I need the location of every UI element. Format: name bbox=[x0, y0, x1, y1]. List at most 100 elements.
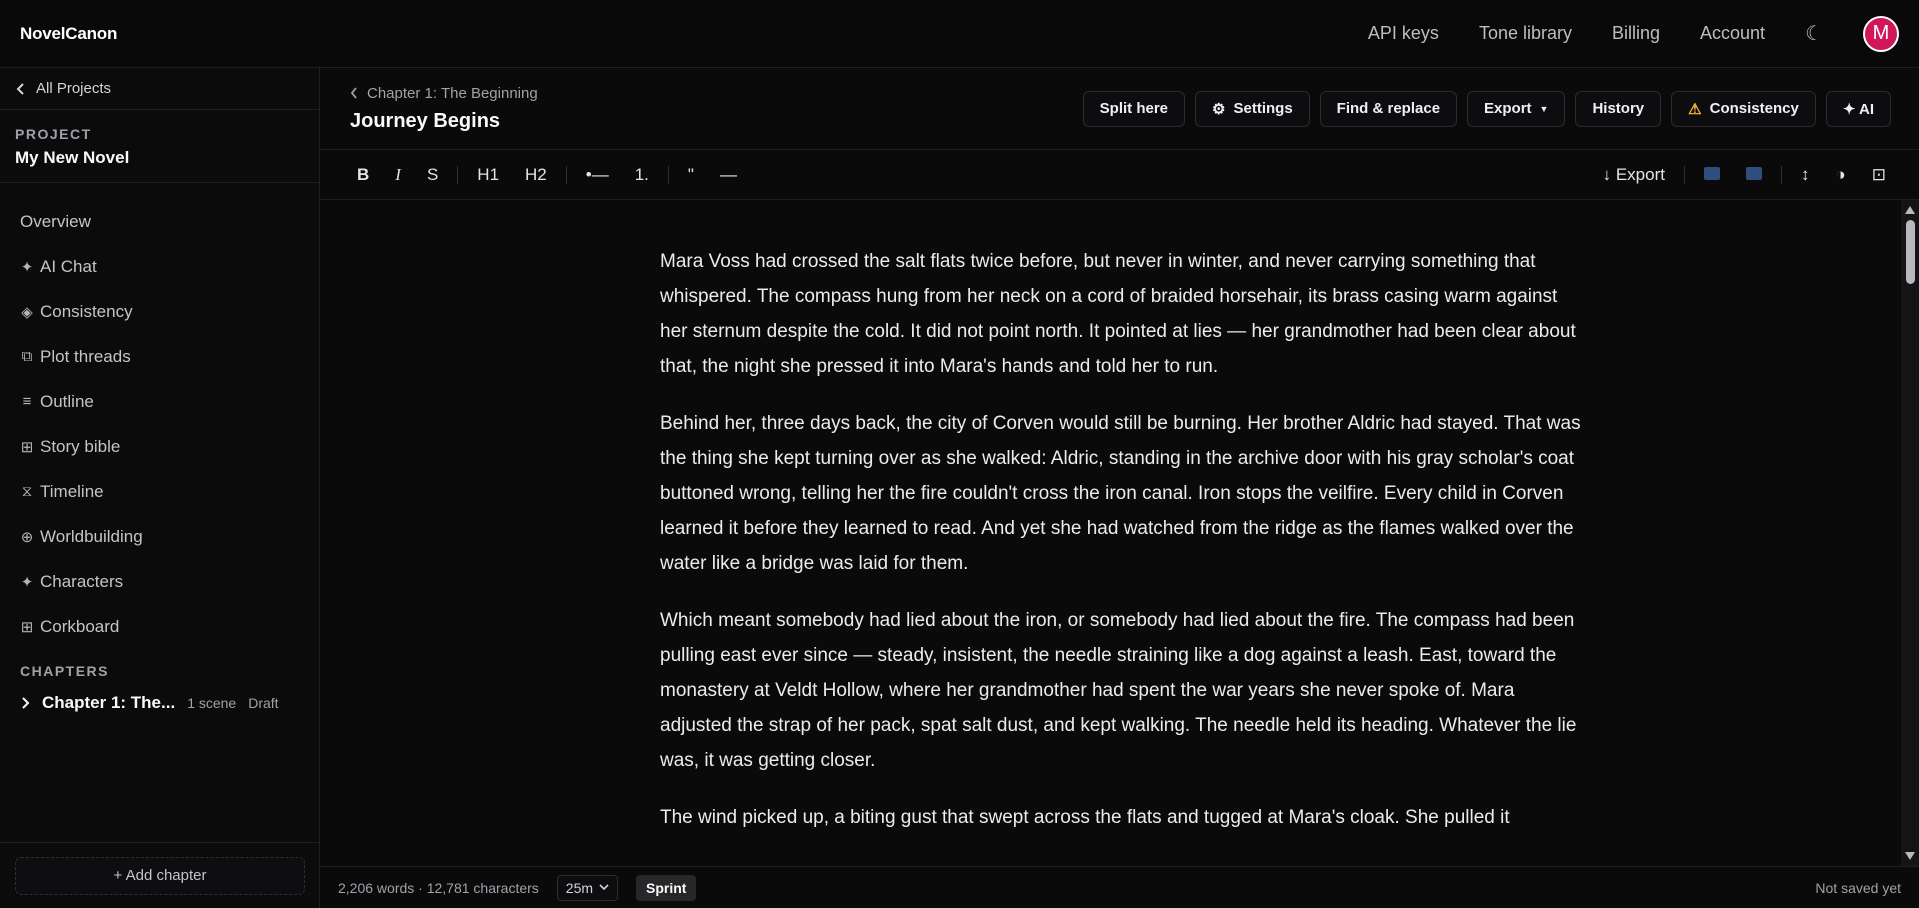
editor-controls: ↓ Export ↕ ◑ ⊡ bbox=[1590, 165, 1899, 185]
chevron-left-icon bbox=[16, 82, 24, 95]
project-nav: Overview ✦ AI Chat ◈ Consistency ⧉ Plot thr… bbox=[0, 183, 319, 649]
brand-logo[interactable]: NovelCanon bbox=[20, 24, 117, 44]
chapters-caption: CHAPTERS bbox=[20, 663, 110, 679]
bold-button[interactable]: B bbox=[344, 165, 382, 185]
redo-icon[interactable] bbox=[1733, 165, 1775, 185]
grid-icon: ⊞ bbox=[20, 438, 34, 456]
paragraph[interactable]: Which meant somebody had lied about the … bbox=[660, 603, 1585, 778]
blockquote-button[interactable]: " bbox=[675, 165, 707, 185]
contrast-icon[interactable]: ◑ bbox=[1822, 165, 1858, 185]
history-button[interactable]: History bbox=[1575, 90, 1662, 127]
settings-label: Settings bbox=[1233, 100, 1293, 117]
chapter-item[interactable]: Chapter 1: The... 1 scene Draft bbox=[0, 685, 319, 721]
chapter-status: Draft bbox=[248, 695, 279, 711]
globe-icon: ⊕ bbox=[20, 528, 34, 546]
sidebar-item-consistency[interactable]: ◈ Consistency bbox=[0, 289, 319, 334]
heading1-button[interactable]: H1 bbox=[464, 165, 512, 185]
document-actions: Split here ⚙ Settings Find & replace Expo… bbox=[1082, 90, 1891, 127]
sidebar-item-outline[interactable]: ≡ Outline bbox=[0, 379, 319, 424]
theme-toggle-moon-icon[interactable]: ☾ bbox=[1805, 21, 1823, 46]
caret-down-icon: ▼ bbox=[1539, 103, 1549, 114]
divider bbox=[667, 165, 669, 184]
chevron-left-icon bbox=[350, 87, 357, 99]
paragraph[interactable]: Behind her, three days back, the city of… bbox=[660, 406, 1585, 581]
sidebar-item-label: Overview bbox=[20, 211, 91, 231]
chapter-title: Chapter 1: The... bbox=[42, 693, 176, 712]
list-icon: ≡ bbox=[22, 393, 32, 410]
scroll-down-arrow-icon[interactable] bbox=[1905, 852, 1915, 860]
chevron-right-icon[interactable] bbox=[20, 696, 30, 710]
page-title[interactable]: Journey Begins bbox=[350, 110, 538, 133]
sparkle-icon: ✦ bbox=[20, 573, 34, 591]
nav-account[interactable]: Account bbox=[1700, 23, 1765, 44]
sidebar-item-story-bible[interactable]: ⊞ Story bible bbox=[0, 424, 319, 469]
sidebar-item-corkboard[interactable]: ⊞ Corkboard bbox=[0, 604, 319, 649]
focus-mode-icon[interactable]: ⊡ bbox=[1859, 165, 1899, 185]
sidebar-item-label: AI Chat bbox=[40, 256, 97, 276]
sidebar-item-overview[interactable]: Overview bbox=[0, 199, 319, 244]
export-dropdown-button[interactable]: Export ▼ bbox=[1467, 90, 1566, 127]
text-editor[interactable]: Mara Voss had crossed the salt flats twi… bbox=[320, 200, 1919, 866]
breadcrumb-chapter: Chapter 1: The Beginning bbox=[367, 84, 538, 102]
bullet-list-button[interactable]: •— bbox=[573, 165, 622, 185]
divider bbox=[1780, 165, 1782, 184]
breadcrumb[interactable]: Chapter 1: The Beginning bbox=[350, 85, 538, 102]
project-info: PROJECT My New Novel bbox=[0, 110, 319, 183]
paragraph[interactable]: Mara Voss had crossed the salt flats twi… bbox=[660, 244, 1585, 384]
find-replace-label: Find & replace bbox=[1336, 100, 1441, 117]
paragraph[interactable]: The wind picked up, a biting gust that s… bbox=[660, 800, 1585, 835]
add-chapter-button[interactable]: + Add chapter bbox=[15, 856, 305, 895]
top-nav: API keys Tone library Billing Account ☾ … bbox=[1368, 15, 1899, 52]
all-projects-link[interactable]: All Projects bbox=[0, 68, 319, 110]
strikethrough-button[interactable]: S bbox=[414, 165, 451, 185]
undo-icon[interactable] bbox=[1691, 165, 1733, 185]
export-download-button[interactable]: ↓ Export bbox=[1590, 165, 1678, 185]
settings-button[interactable]: ⚙ Settings bbox=[1195, 90, 1310, 127]
hourglass-icon: ⧖ bbox=[21, 483, 33, 500]
divider bbox=[457, 165, 459, 184]
scrollbar-thumb[interactable] bbox=[1906, 220, 1915, 284]
find-replace-button[interactable]: Find & replace bbox=[1319, 90, 1458, 127]
consistency-button[interactable]: ⚠ Consistency bbox=[1671, 90, 1816, 127]
ai-label: ✦ AI bbox=[1842, 100, 1874, 118]
nav-billing[interactable]: Billing bbox=[1612, 23, 1660, 44]
heading2-button[interactable]: H2 bbox=[512, 165, 560, 185]
sidebar-item-label: Story bible bbox=[40, 436, 121, 456]
export-label: Export bbox=[1484, 100, 1532, 117]
sidebar-item-characters[interactable]: ✦ Characters bbox=[0, 559, 319, 604]
avatar[interactable]: M bbox=[1863, 15, 1899, 52]
manuscript-text[interactable]: Mara Voss had crossed the salt flats twi… bbox=[660, 244, 1585, 857]
writing-stats: 2,206 words · 12,781 characters 25m Spri… bbox=[338, 874, 697, 901]
line-height-icon[interactable]: ↕ bbox=[1788, 165, 1823, 185]
sidebar-item-timeline[interactable]: ⧖ Timeline bbox=[0, 469, 319, 514]
project-caption: PROJECT bbox=[15, 126, 92, 142]
sidebar-item-worldbuilding[interactable]: ⊕ Worldbuilding bbox=[0, 514, 319, 559]
ai-button[interactable]: ✦ AI bbox=[1825, 90, 1891, 127]
status-bar: 2,206 words · 12,781 characters 25m Spri… bbox=[320, 866, 1919, 908]
sidebar-item-plot-threads[interactable]: ⧉ Plot threads bbox=[0, 334, 319, 379]
nav-tone-library[interactable]: Tone library bbox=[1479, 23, 1572, 44]
save-status: Not saved yet bbox=[1815, 879, 1901, 896]
horizontal-rule-button[interactable]: — bbox=[707, 165, 750, 185]
sidebar-item-ai-chat[interactable]: ✦ AI Chat bbox=[0, 244, 319, 289]
format-toolbar: B I S H1 H2 •— 1. " — ↓ Export ↕ ◑ ⊡ bbox=[320, 150, 1919, 200]
document-header: Chapter 1: The Beginning Journey Begins … bbox=[320, 68, 1919, 150]
sidebar-item-label: Outline bbox=[40, 391, 94, 411]
ordered-list-button[interactable]: 1. bbox=[622, 165, 662, 185]
split-here-button[interactable]: Split here bbox=[1082, 90, 1186, 127]
diamond-icon: ◈ bbox=[21, 303, 33, 321]
editor-main: Chapter 1: The Beginning Journey Begins … bbox=[320, 68, 1919, 908]
sidebar-item-label: Timeline bbox=[40, 481, 104, 501]
italic-button[interactable]: I bbox=[382, 165, 414, 185]
sprint-button[interactable]: Sprint bbox=[636, 874, 697, 901]
nav-api-keys[interactable]: API keys bbox=[1368, 23, 1439, 44]
format-controls: B I S H1 H2 •— 1. " — bbox=[344, 165, 750, 185]
sprint-duration-select[interactable]: 25m bbox=[556, 874, 619, 901]
threads-icon: ⧉ bbox=[21, 348, 33, 365]
scroll-up-arrow-icon[interactable] bbox=[1905, 206, 1915, 214]
gear-icon: ⚙ bbox=[1212, 100, 1226, 118]
sidebar-item-label: Consistency bbox=[40, 301, 133, 321]
chapter-scene-count: 1 scene bbox=[187, 695, 237, 711]
sidebar-item-label: Plot threads bbox=[40, 346, 131, 366]
scrollbar[interactable] bbox=[1901, 200, 1919, 866]
